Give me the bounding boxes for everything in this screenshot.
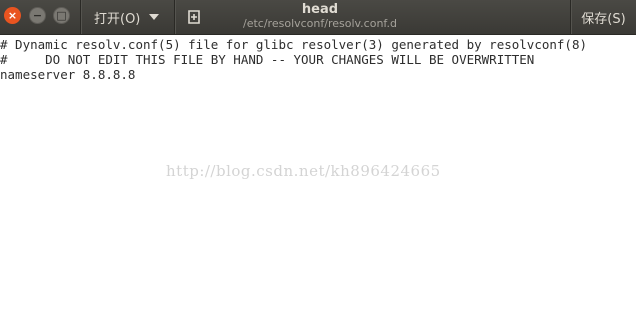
maximize-icon: □: [56, 9, 67, 22]
editor-line[interactable]: # DO NOT EDIT THIS FILE BY HAND -- YOUR …: [0, 52, 534, 67]
toolbar-separator: [174, 0, 175, 34]
title-bar: × − □ 打开(O) head /etc/resolvconf/resolv.…: [0, 0, 636, 35]
window-title: head /etc/resolvconf/resolv.conf.d: [210, 2, 430, 31]
new-document-button[interactable]: [179, 4, 209, 30]
minimize-window-button[interactable]: −: [29, 7, 46, 24]
open-button-label: 打开(O): [94, 11, 141, 27]
save-button-label: 保存(S): [581, 11, 626, 27]
toolbar-separator: [80, 0, 81, 34]
editor-line[interactable]: nameserver 8.8.8.8: [0, 67, 135, 82]
maximize-window-button[interactable]: □: [53, 7, 70, 24]
close-window-button[interactable]: ×: [4, 7, 21, 24]
editor-line[interactable]: # Dynamic resolv.conf(5) file for glibc …: [0, 37, 587, 52]
open-menu-button[interactable]: 打开(O): [85, 4, 167, 30]
document-title: head: [301, 2, 339, 17]
minimize-icon: −: [32, 9, 43, 22]
save-button[interactable]: 保存(S): [571, 0, 636, 34]
close-icon: ×: [7, 9, 18, 22]
text-editor[interactable]: # Dynamic resolv.conf(5) file for glibc …: [0, 35, 636, 319]
chevron-down-icon: [149, 14, 160, 20]
new-document-icon: [188, 10, 200, 24]
document-path: /etc/resolvconf/resolv.conf.d: [243, 17, 397, 30]
watermark: http://blog.csdn.net/kh896424665: [166, 162, 441, 180]
